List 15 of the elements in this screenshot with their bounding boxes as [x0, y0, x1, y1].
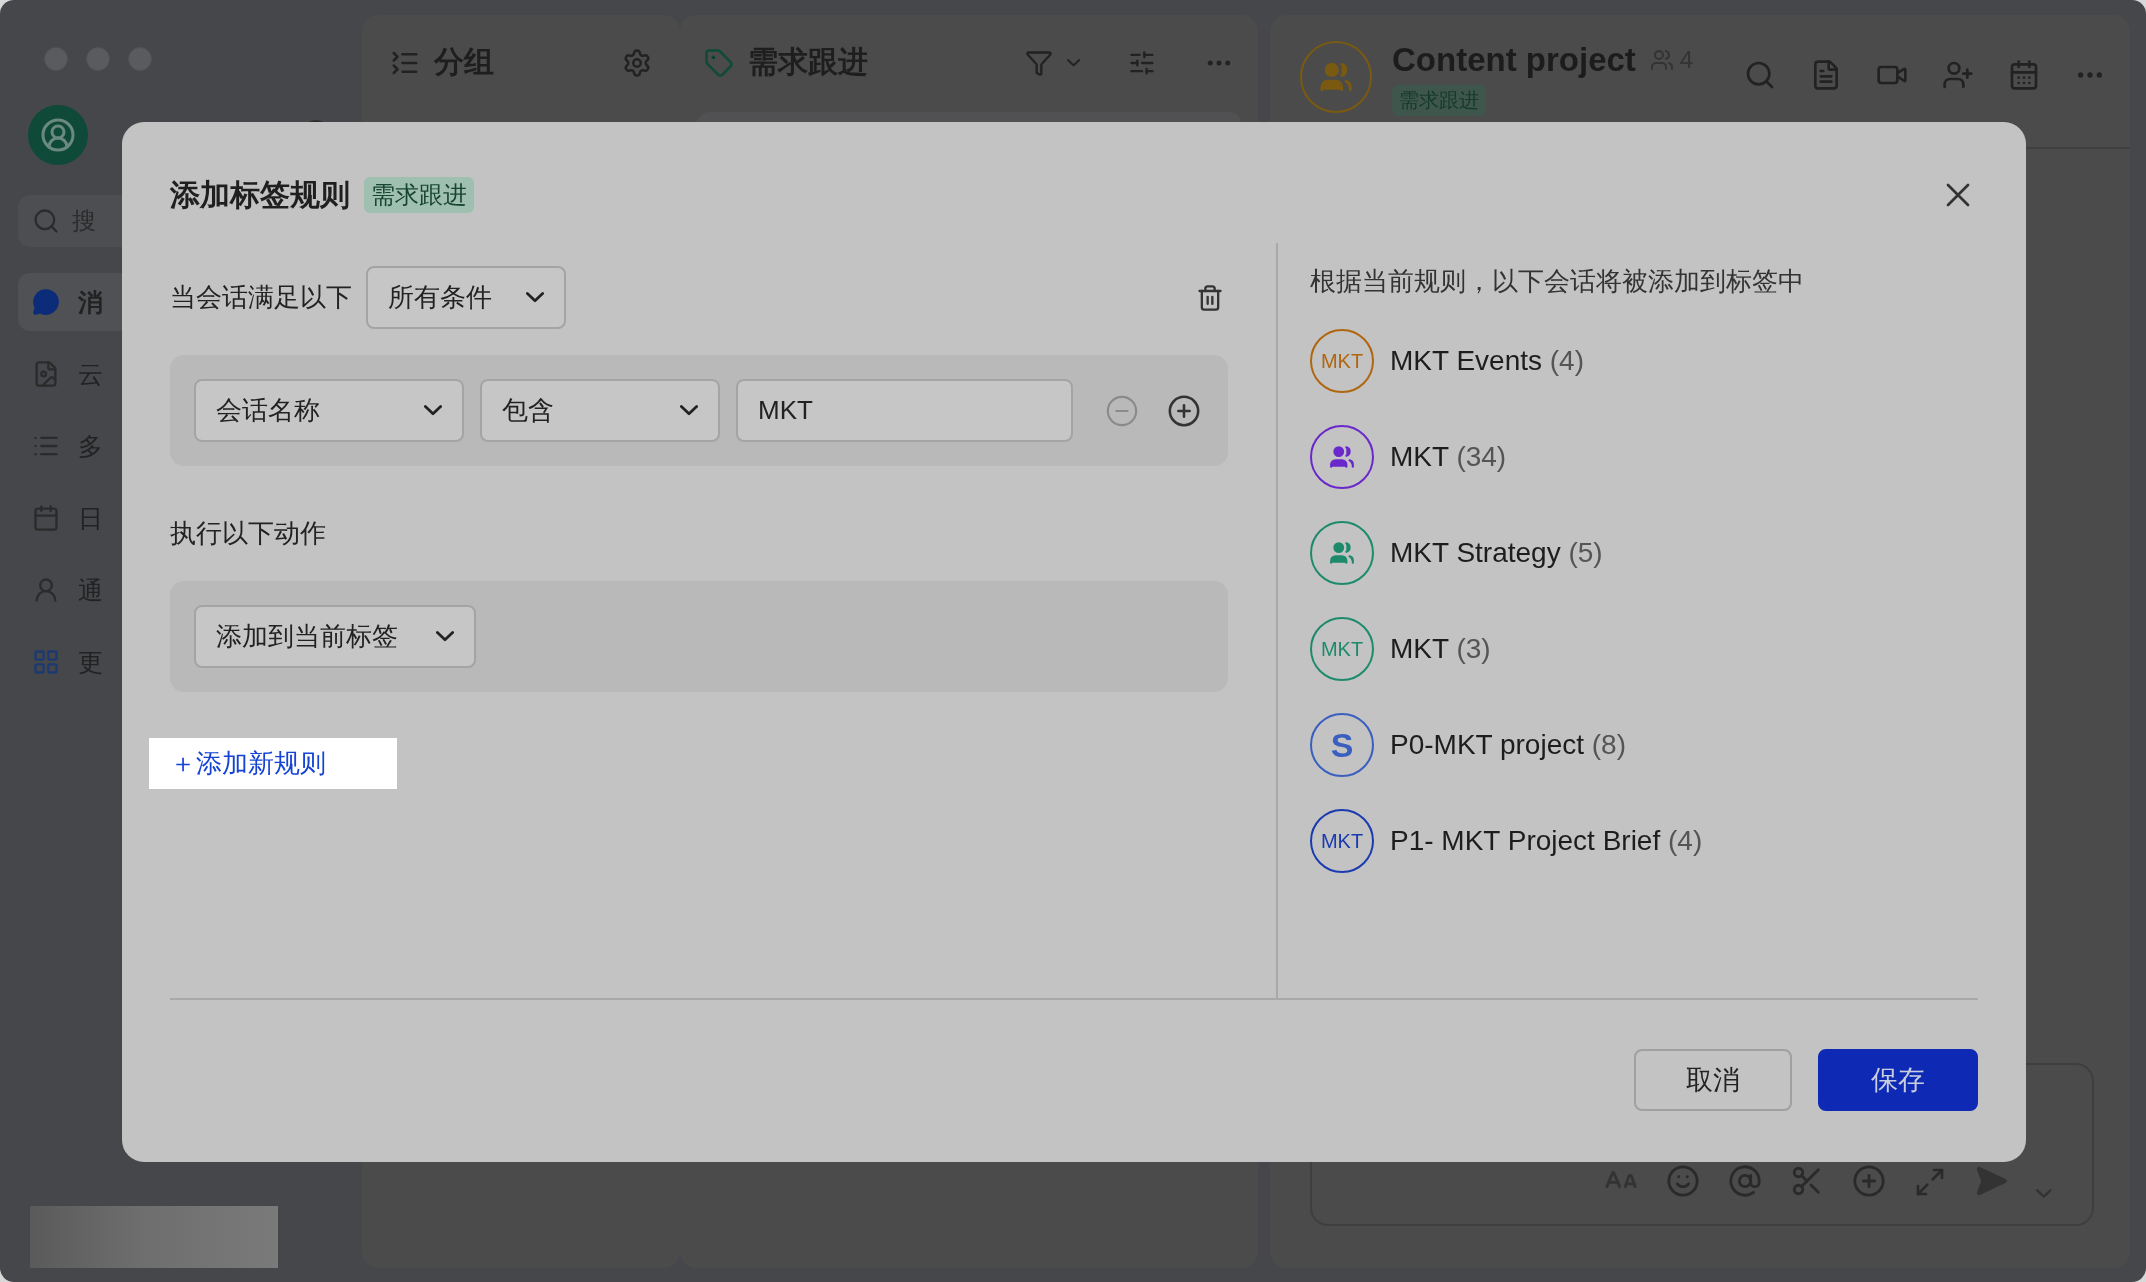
chat-name: MKT (3) [1390, 633, 1491, 665]
chat-avatar: S [1310, 713, 1374, 777]
chat-name: MKT (34) [1390, 441, 1507, 473]
chat-name: P0-MKT project (8) [1390, 729, 1626, 761]
tag-label: 需求跟进 [364, 177, 474, 213]
chat-name: MKT Events (4) [1390, 345, 1584, 377]
dialog-title: 添加标签规则 [170, 176, 350, 213]
condition-label: 当会话满足以下 [170, 281, 352, 314]
chat-name: P1- MKT Project Brief (4) [1390, 825, 1703, 857]
chat-name: MKT Strategy (5) [1390, 537, 1603, 569]
chat-avatar: MKT [1310, 809, 1374, 873]
chat-avatar: MKT [1310, 329, 1374, 393]
action-label: 执行以下动作 [170, 517, 327, 550]
preview-title: 根据当前规则，以下会话将被添加到标签中 [1310, 265, 1804, 298]
chat-avatar: MKT [1310, 617, 1374, 681]
